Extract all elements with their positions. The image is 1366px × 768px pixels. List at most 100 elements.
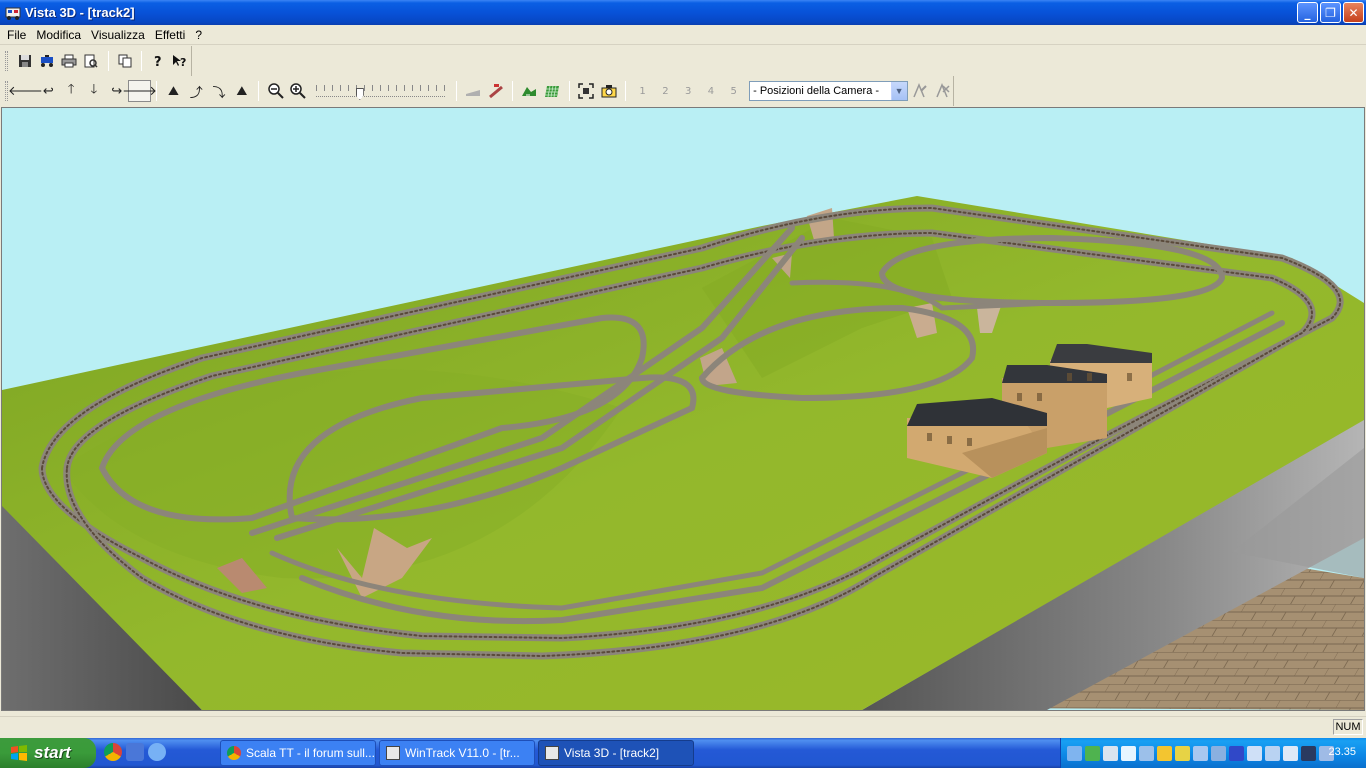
camera-tilt-up-button[interactable]: ⤴ [185, 80, 208, 102]
rotate-left-button[interactable]: ↩ [37, 80, 60, 102]
zoom-out-button[interactable] [264, 80, 287, 102]
move-back-button[interactable]: 🡓 [83, 80, 106, 102]
menu-visualizza[interactable]: Visualizza [86, 28, 150, 42]
terrain-button[interactable] [518, 80, 541, 102]
status-bar: NUM [0, 716, 1366, 736]
layout-3d-scene[interactable] [2, 108, 1364, 710]
toolbar-separator [107, 51, 109, 71]
menu-effetti[interactable]: Effetti [150, 28, 190, 42]
copy-icon [118, 54, 132, 68]
context-help-button[interactable]: ? [169, 50, 191, 72]
volume-icon[interactable] [1247, 745, 1262, 761]
height-button[interactable] [462, 80, 485, 102]
title-bar[interactable]: Vista 3D - [track2] _ ❐ ✕ [0, 0, 1366, 25]
camera-tilt-down-button[interactable]: ⤵ [208, 80, 231, 102]
slider-thumb[interactable] [355, 88, 364, 100]
context-help-icon: ? [172, 55, 186, 68]
shield-icon[interactable] [1157, 745, 1172, 761]
zoom-in-icon [290, 83, 307, 99]
snapshot-button[interactable] [597, 80, 620, 102]
windows-flag-icon [11, 745, 27, 761]
task-label: Vista 3D - [track2] [564, 746, 660, 760]
print-preview-button[interactable] [80, 50, 102, 72]
copy-button[interactable] [114, 50, 136, 72]
camera-slot-label: 4 [707, 85, 715, 97]
bluetooth-icon[interactable] [1229, 745, 1244, 761]
camera-orbit-icon: ⛰ [168, 83, 179, 99]
antivirus-icon[interactable] [1175, 745, 1190, 761]
camera-slot-3-button[interactable]: 3 [677, 80, 700, 102]
chrome-icon[interactable] [104, 743, 122, 761]
question-icon: ? [154, 55, 162, 68]
task-wintrack[interactable]: WinTrack V11.0 - [tr... [379, 740, 535, 766]
toolbar-separator [140, 51, 142, 71]
camera-slot-label: 3 [684, 85, 692, 97]
minimize-button[interactable]: _ [1297, 2, 1318, 23]
start-button[interactable]: start [0, 738, 96, 768]
camera-up-button[interactable]: ⛰ [162, 80, 185, 102]
train-icon [41, 55, 54, 67]
move-right-button[interactable]: 🡒 [122, 80, 157, 102]
search-icon[interactable] [148, 743, 166, 761]
phone-icon[interactable] [1265, 745, 1280, 761]
turn-left-icon: ↩ [42, 83, 54, 99]
grid-button[interactable] [541, 80, 564, 102]
menu-file[interactable]: File [2, 28, 31, 42]
move-forward-button[interactable]: 🡑 [60, 80, 83, 102]
window-title: Vista 3D - [track2] [25, 5, 135, 20]
camera-slot-label: 2 [662, 85, 669, 97]
task-vista3d[interactable]: Vista 3D - [track2] [538, 740, 694, 766]
fit-view-button[interactable] [575, 80, 598, 102]
printer-tray-icon[interactable] [1211, 745, 1226, 761]
help-button[interactable]: ? [147, 50, 169, 72]
print-button[interactable] [58, 50, 80, 72]
power-icon[interactable] [1301, 745, 1316, 761]
camera-slot-1-button[interactable]: 1 [631, 80, 654, 102]
terrain-icon [522, 87, 537, 96]
display-icon[interactable] [1283, 745, 1298, 761]
menu-modifica[interactable]: Modifica [31, 28, 86, 42]
track-view-button[interactable] [36, 50, 58, 72]
signal-button[interactable] [484, 80, 507, 102]
speed-slider[interactable] [315, 80, 445, 102]
monitor-icon[interactable] [1103, 745, 1118, 761]
printer-icon [61, 54, 77, 68]
svg-text:?: ? [180, 56, 186, 68]
save-camera-button[interactable] [908, 80, 931, 102]
camera-positions-select[interactable]: - Posizioni della Camera - ▼ [749, 81, 908, 101]
camera-slot-5-button[interactable]: 5 [722, 80, 745, 102]
zoom-out-icon [267, 83, 284, 99]
wintrack-app-icon[interactable] [5, 5, 21, 21]
save-button[interactable] [14, 50, 36, 72]
camera-down-button[interactable]: ⛰ [230, 80, 253, 102]
move-left-button[interactable]: 🡐 [8, 80, 43, 102]
taskbar: start Scala TT - il forum sull... WinTra… [0, 738, 1366, 768]
menu-help[interactable]: ? [190, 28, 207, 42]
toolbar-separator [568, 81, 570, 101]
delete-camera-button[interactable] [930, 80, 953, 102]
chevron-down-icon[interactable]: ▼ [890, 82, 907, 100]
chat-icon[interactable] [1121, 745, 1136, 761]
toolbar-separator [512, 81, 514, 101]
close-button[interactable]: ✕ [1343, 2, 1364, 23]
media-player-icon[interactable] [126, 743, 144, 761]
sync-icon[interactable] [1085, 745, 1100, 761]
camera-slot-2-button[interactable]: 2 [654, 80, 677, 102]
tilt-down-icon: ⤵ [212, 85, 226, 101]
camera-slot-4-button[interactable]: 4 [700, 80, 723, 102]
toolbar-grip[interactable] [5, 51, 8, 71]
restore-button[interactable]: ❐ [1320, 2, 1341, 23]
zoom-in-button[interactable] [287, 80, 310, 102]
speaker-icon[interactable] [1193, 745, 1208, 761]
svg-text:?: ? [154, 55, 162, 68]
toolbar-separator [258, 81, 260, 101]
start-label: start [34, 743, 71, 762]
3d-viewport[interactable] [1, 107, 1365, 711]
chrome-icon [227, 746, 241, 760]
network-icon[interactable] [1067, 745, 1082, 761]
toolbar-separator [455, 81, 457, 101]
height-profile-icon [465, 90, 480, 96]
connections-icon[interactable] [1139, 745, 1154, 761]
print-preview-icon [84, 54, 98, 68]
task-chrome[interactable]: Scala TT - il forum sull... [220, 740, 376, 766]
